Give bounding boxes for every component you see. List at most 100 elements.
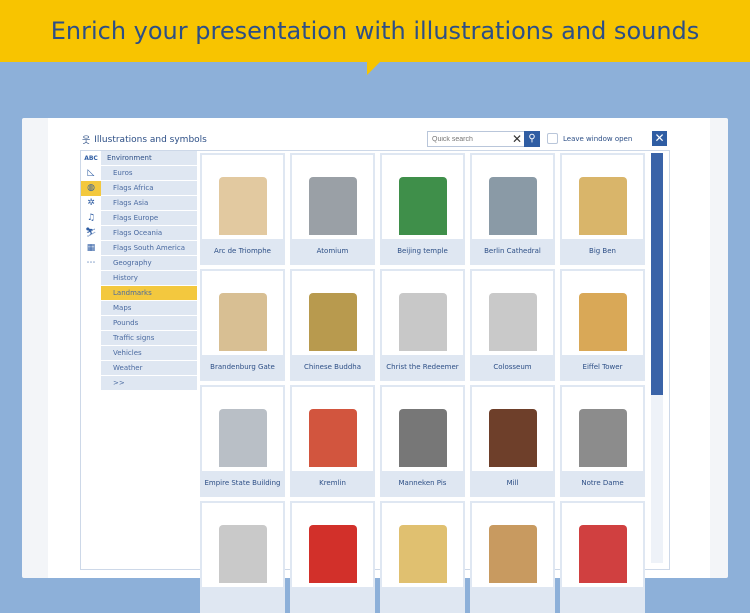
landmark-shape <box>488 177 537 235</box>
illustration-tile[interactable] <box>470 501 555 613</box>
more-icon[interactable]: ⋯ <box>81 256 101 271</box>
landmark-shape <box>488 409 537 467</box>
illustration-image <box>292 503 373 587</box>
frog-icon[interactable]: ✲ <box>81 196 101 211</box>
landmark-shape <box>578 177 627 235</box>
dialog-title-text: Illustrations and symbols <box>94 134 207 145</box>
illustration-tile[interactable]: Christ the Redeemer <box>380 269 465 381</box>
illustration-tile[interactable] <box>290 501 375 613</box>
illustration-tile[interactable]: Manneken Pis <box>380 385 465 497</box>
category-item[interactable]: >> <box>101 376 197 391</box>
illustration-image <box>472 155 553 239</box>
category-item[interactable]: Flags South America <box>101 241 197 256</box>
illustration-image <box>382 155 463 239</box>
landmark-shape <box>218 409 267 467</box>
illustration-image <box>562 271 643 355</box>
leave-window-open-checkbox[interactable] <box>547 133 558 144</box>
illustration-grid: Arc de Triomphe Atomium Beijing temple Berl… <box>200 153 645 613</box>
landmark-shape <box>398 177 447 235</box>
category-item[interactable]: History <box>101 271 197 286</box>
landmark-shape <box>308 293 357 351</box>
scrollbar-thumb[interactable] <box>651 153 663 395</box>
search-icon: ⚲ <box>528 133 536 144</box>
illustration-tile[interactable]: Beijing temple <box>380 153 465 265</box>
illustration-label: Colosseum <box>493 363 532 371</box>
category-item[interactable]: Maps <box>101 301 197 316</box>
leave-window-open-label[interactable]: Leave window open <box>563 135 632 143</box>
landmark-shape <box>578 293 627 351</box>
category-item[interactable]: Flags Europe <box>101 211 197 226</box>
globe-icon[interactable]: ◍ <box>81 181 101 196</box>
category-header[interactable]: Environment <box>101 151 197 166</box>
illustration-tile[interactable]: Eiffel Tower <box>560 269 645 381</box>
landmark-shape <box>398 409 447 467</box>
category-list: Environment Euros Flags Africa Flags Asia Fl… <box>101 151 197 391</box>
illustration-tile[interactable]: Chinese Buddha <box>290 269 375 381</box>
illustration-image <box>472 271 553 355</box>
illustration-label: Atomium <box>316 247 349 255</box>
sport-icon[interactable]: ⛷ <box>81 226 101 241</box>
illustration-label: Christ the Redeemer <box>386 363 459 371</box>
landmark-shape <box>308 409 357 467</box>
illustration-label: Mill <box>506 479 519 487</box>
landmark-shape <box>308 177 357 235</box>
landmark-shape <box>398 293 447 351</box>
illustration-tile[interactable]: Kremlin <box>290 385 375 497</box>
illustration-image <box>292 271 373 355</box>
category-item[interactable]: Flags Asia <box>101 196 197 211</box>
illustration-tile[interactable]: Notre Dame <box>560 385 645 497</box>
category-item[interactable]: Traffic signs <box>101 331 197 346</box>
illustration-image <box>562 155 643 239</box>
landmark-shape <box>488 525 537 583</box>
illustration-label: Empire State Building <box>204 479 281 487</box>
illustration-tile[interactable]: Brandenburg Gate <box>200 269 285 381</box>
illustration-image <box>292 387 373 471</box>
banner-notch <box>367 61 381 75</box>
landmark-shape <box>398 525 447 583</box>
category-item[interactable]: Euros <box>101 166 197 181</box>
landmark-shape <box>488 293 537 351</box>
illustration-image <box>562 503 643 587</box>
category-item[interactable]: Geography <box>101 256 197 271</box>
illustration-tile[interactable] <box>560 501 645 613</box>
landmark-shape <box>578 409 627 467</box>
geometry-icon[interactable]: ◺ <box>81 166 101 181</box>
category-item[interactable]: Flags Africa <box>101 181 197 196</box>
category-item[interactable]: Landmarks <box>101 286 197 301</box>
illustration-tile[interactable]: Atomium <box>290 153 375 265</box>
category-item[interactable]: Vehicles <box>101 346 197 361</box>
category-item[interactable]: Flags Oceania <box>101 226 197 241</box>
illustration-tile[interactable] <box>380 501 465 613</box>
illustration-label: Chinese Buddha <box>303 363 362 371</box>
illustration-tile[interactable]: Empire State Building <box>200 385 285 497</box>
close-button[interactable]: ✕ <box>652 131 667 146</box>
illustration-label: Beijing temple <box>397 247 448 255</box>
illustration-image <box>472 387 553 471</box>
category-item[interactable]: Pounds <box>101 316 197 331</box>
abc-icon[interactable]: ABC <box>81 151 101 166</box>
person-icon: 웃 <box>82 136 91 146</box>
illustration-image <box>382 387 463 471</box>
illustration-tile[interactable]: Arc de Triomphe <box>200 153 285 265</box>
illustration-tile[interactable]: Big Ben <box>560 153 645 265</box>
category-item[interactable]: Weather <box>101 361 197 376</box>
search-input[interactable] <box>427 131 525 147</box>
illustration-image <box>202 271 283 355</box>
illustration-image <box>202 387 283 471</box>
landmark-shape <box>218 525 267 583</box>
calendar-icon[interactable]: ▦ <box>81 241 101 256</box>
landmark-shape <box>578 525 627 583</box>
dialog-title: 웃 Illustrations and symbols <box>82 133 207 147</box>
illustration-image <box>202 503 283 587</box>
illustration-image <box>202 155 283 239</box>
illustration-tile[interactable] <box>200 501 285 613</box>
illustration-tile[interactable]: Colosseum <box>470 269 555 381</box>
illustration-label: Arc de Triomphe <box>214 247 271 255</box>
illustration-tile[interactable]: Berlin Cathedral <box>470 153 555 265</box>
illustration-tile[interactable]: Mill <box>470 385 555 497</box>
music-icon[interactable]: ♫ <box>81 211 101 226</box>
illustration-image <box>562 387 643 471</box>
search-button[interactable]: ⚲ <box>524 131 540 147</box>
illustration-label: Kremlin <box>319 479 346 487</box>
clear-search-icon[interactable]: ✕ <box>512 131 522 147</box>
